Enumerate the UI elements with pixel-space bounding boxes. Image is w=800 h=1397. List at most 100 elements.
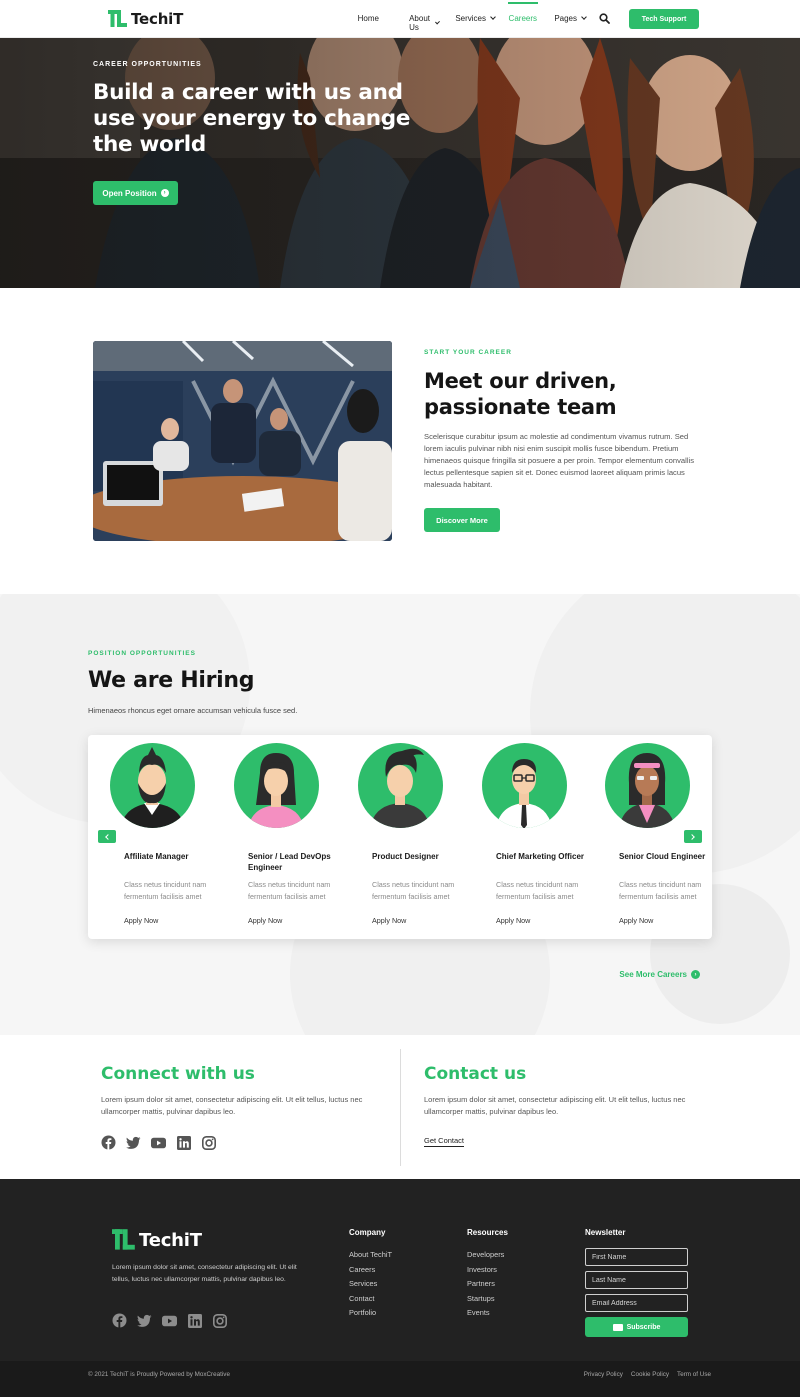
email-field[interactable] xyxy=(585,1294,688,1312)
connect-description: Lorem ipsum dolor sit amet, consectetur … xyxy=(101,1095,363,1116)
terms-of-use-link[interactable]: Term of Use xyxy=(677,1371,711,1378)
team-meeting-photo xyxy=(93,341,392,541)
hiring-title: We are Hiring xyxy=(88,668,255,693)
nav-home[interactable]: Home xyxy=(358,14,379,23)
position-title: Affiliate Manager xyxy=(124,852,189,861)
position-description: Class netus tincidunt nam fermentum faci… xyxy=(619,880,702,901)
youtube-icon[interactable] xyxy=(151,1135,166,1150)
positions-carousel: Affiliate Manager Class netus tincidunt … xyxy=(88,735,712,939)
see-more-careers-link[interactable]: See More Careers › xyxy=(619,970,700,979)
position-description: Class netus tincidunt nam fermentum faci… xyxy=(248,880,331,901)
chevron-left-icon xyxy=(105,833,111,840)
logo-mark-icon xyxy=(112,1229,135,1250)
footer-link[interactable]: Startups xyxy=(467,1293,504,1304)
nav-services[interactable]: Services xyxy=(455,14,496,23)
last-name-field[interactable] xyxy=(585,1271,688,1289)
footer-social-links xyxy=(112,1313,227,1328)
apply-now-link[interactable]: Apply Now xyxy=(124,916,158,925)
linkedin-icon[interactable] xyxy=(187,1313,202,1328)
avatar xyxy=(605,743,690,828)
team-meeting-illustration xyxy=(93,341,392,541)
hiring-kicker: POSITION OPPORTUNITIES xyxy=(88,650,196,657)
position-description: Class netus tincidunt nam fermentum faci… xyxy=(372,880,455,901)
chevron-down-icon xyxy=(490,14,496,20)
nav-home-label: Home xyxy=(357,14,379,23)
avatar xyxy=(358,743,443,828)
position-description: Class netus tincidunt nam fermentum faci… xyxy=(124,880,207,901)
brand-logo[interactable]: TechiT xyxy=(108,9,183,29)
position-title: Chief Marketing Officer xyxy=(496,852,585,861)
footer-link[interactable]: Investors xyxy=(467,1264,504,1275)
twitter-icon[interactable] xyxy=(126,1135,141,1150)
youtube-icon[interactable] xyxy=(162,1313,177,1328)
hiring-subtitle: Himenaeos rhoncus eget ornare accumsan v… xyxy=(88,706,298,715)
nav-pages-label: Pages xyxy=(554,14,577,23)
apply-now-link[interactable]: Apply Now xyxy=(619,916,653,925)
footer-link[interactable]: Careers xyxy=(349,1264,392,1275)
linkedin-icon[interactable] xyxy=(176,1135,191,1150)
open-position-label: Open Position xyxy=(102,188,157,198)
avatar xyxy=(482,743,567,828)
man-avatar-icon xyxy=(370,748,430,828)
footer-link[interactable]: Services xyxy=(349,1278,392,1289)
position-description: Class netus tincidunt nam fermentum faci… xyxy=(496,880,579,901)
chevron-right-icon xyxy=(689,833,695,840)
section-divider xyxy=(400,1049,401,1166)
carousel-next-button[interactable] xyxy=(684,830,702,843)
discover-more-button[interactable]: Discover More xyxy=(424,508,500,532)
instagram-icon[interactable] xyxy=(201,1135,216,1150)
nav-careers[interactable]: Careers xyxy=(507,2,539,23)
arrow-right-circle-icon: › xyxy=(691,970,700,979)
apply-now-link[interactable]: Apply Now xyxy=(496,916,530,925)
footer-about-text: Lorem ipsum dolor sit amet, consectetur … xyxy=(112,1264,297,1283)
footer-link[interactable]: About TechiT xyxy=(349,1249,392,1260)
cookie-policy-link[interactable]: Cookie Policy xyxy=(631,1371,669,1378)
position-title: Senior Cloud Engineer xyxy=(619,852,706,861)
position-card[interactable]: Product Designer Class netus tincidunt n… xyxy=(355,735,465,939)
footer-company-title: Company xyxy=(349,1228,386,1237)
twitter-icon[interactable] xyxy=(137,1313,152,1328)
arrow-right-circle-icon: › xyxy=(160,189,169,197)
team-description: Scelerisque curabitur ipsum ac molestie … xyxy=(424,432,695,489)
facebook-icon[interactable] xyxy=(112,1313,127,1328)
footer-link[interactable]: Contact xyxy=(349,1293,392,1304)
tech-support-button[interactable]: Tech Support xyxy=(629,9,699,29)
position-title: Product Designer xyxy=(372,852,439,861)
first-name-field[interactable] xyxy=(585,1248,688,1266)
search-icon[interactable] xyxy=(599,13,610,24)
logo-mark-icon xyxy=(108,10,127,27)
avatar xyxy=(234,743,319,828)
woman-avatar-icon xyxy=(248,753,304,828)
top-navbar: TechiT Home About Us Services Careers Pa… xyxy=(0,0,800,38)
footer-logo[interactable]: TechiT xyxy=(112,1228,202,1252)
apply-now-link[interactable]: Apply Now xyxy=(372,916,406,925)
position-card[interactable]: Affiliate Manager Class netus tincidunt … xyxy=(107,735,217,939)
privacy-policy-link[interactable]: Privacy Policy xyxy=(584,1371,623,1378)
open-position-button[interactable]: Open Position › xyxy=(93,181,178,205)
get-contact-link[interactable]: Get Contact xyxy=(424,1136,465,1147)
social-links xyxy=(101,1135,216,1150)
apply-now-link[interactable]: Apply Now xyxy=(248,916,282,925)
footer-resources-links: Developers Investors Partners Startups E… xyxy=(467,1249,504,1318)
facebook-icon[interactable] xyxy=(101,1135,116,1150)
footer-bottom-bar xyxy=(0,1361,800,1397)
envelope-icon xyxy=(612,1323,623,1331)
carousel-prev-button[interactable] xyxy=(98,830,116,843)
footer-link[interactable]: Events xyxy=(467,1307,504,1318)
hero-kicker: CAREER OPPORTUNITIES xyxy=(93,61,202,68)
man-glasses-avatar-icon xyxy=(496,759,552,828)
contact-title: Contact us xyxy=(424,1064,527,1084)
subscribe-button[interactable]: Subscribe xyxy=(585,1317,688,1337)
nav-about-us[interactable]: About Us xyxy=(409,14,440,32)
position-card[interactable]: Chief Marketing Officer Class netus tinc… xyxy=(479,735,589,939)
copyright-text: © 2021 TechiT is Proudly Powered by MoxC… xyxy=(88,1371,230,1378)
contact-description: Lorem ipsum dolor sit amet, consectetur … xyxy=(424,1095,686,1116)
position-card[interactable]: Senior / Lead DevOps Engineer Class netu… xyxy=(231,735,341,939)
nav-about-label: About Us xyxy=(409,14,430,32)
footer-link[interactable]: Partners xyxy=(467,1278,504,1289)
footer-link[interactable]: Portfolio xyxy=(349,1307,392,1318)
footer-link[interactable]: Developers xyxy=(467,1249,504,1260)
position-title: Senior / Lead DevOps Engineer xyxy=(248,852,331,872)
nav-pages[interactable]: Pages xyxy=(554,14,587,23)
instagram-icon[interactable] xyxy=(212,1313,227,1328)
